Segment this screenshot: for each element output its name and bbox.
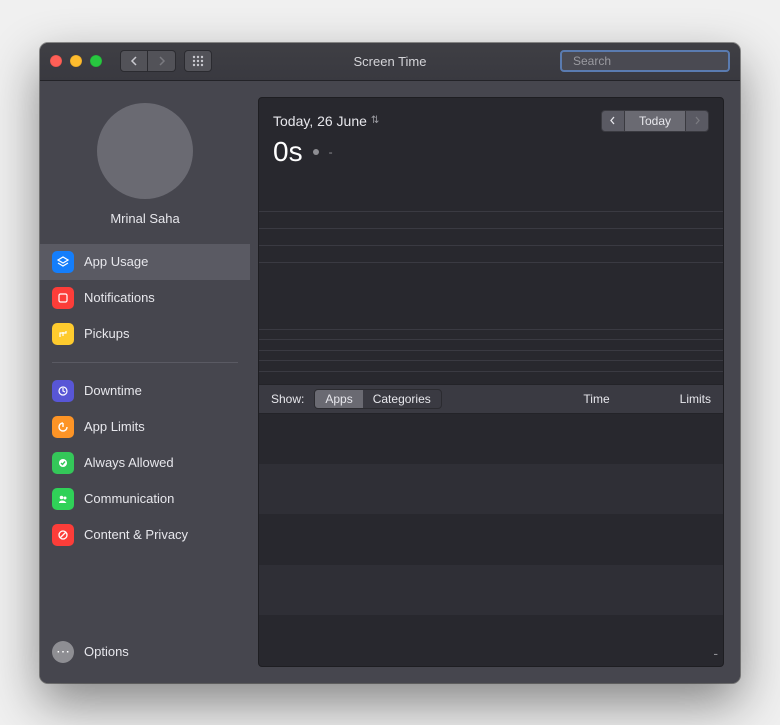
search-input[interactable]	[573, 54, 728, 68]
sidebar-item-label: Options	[84, 644, 129, 659]
table-row	[259, 615, 723, 665]
table-header: Show: Apps Categories Time Limits	[259, 384, 723, 414]
app-limits-icon	[52, 416, 74, 438]
sidebar-item-pickups[interactable]: Pickups	[40, 316, 250, 352]
chevron-right-icon	[158, 56, 166, 66]
always-allowed-icon	[52, 452, 74, 474]
total-time-value: 0s	[273, 136, 303, 168]
table-rows	[259, 414, 723, 666]
legend-dot-icon	[313, 149, 319, 155]
close-window-button[interactable]	[50, 55, 62, 67]
toggle-apps[interactable]: Apps	[315, 390, 362, 408]
table-row	[259, 414, 723, 464]
sort-icon: ⇅	[371, 115, 379, 126]
sidebar-item-label: Always Allowed	[84, 455, 174, 470]
sidebar-item-label: Communication	[84, 491, 174, 506]
date-selector[interactable]: Today, 26 June ⇅	[273, 113, 379, 129]
view-toggle: Apps Categories	[314, 389, 441, 409]
table-row	[259, 514, 723, 564]
legend-dash: -	[329, 145, 333, 159]
search-field[interactable]	[560, 50, 730, 72]
main-content: Today, 26 June ⇅ Today	[250, 81, 740, 683]
chevron-right-icon	[694, 116, 701, 125]
window-controls	[50, 55, 102, 67]
sidebar-item-app-usage[interactable]: App Usage	[40, 244, 250, 280]
preferences-window: Screen Time Mrinal Saha App Usage	[40, 43, 740, 683]
chevron-left-icon	[130, 56, 138, 66]
sidebar-item-label: Pickups	[84, 326, 130, 341]
sidebar-item-downtime[interactable]: Downtime	[40, 373, 250, 409]
usage-panel: Today, 26 June ⇅ Today	[258, 97, 724, 667]
table-row	[259, 565, 723, 615]
table-row	[259, 464, 723, 514]
titlebar: Screen Time	[40, 43, 740, 81]
downtime-icon	[52, 380, 74, 402]
avatar	[97, 103, 193, 199]
next-day-button[interactable]	[685, 110, 709, 132]
sidebar: Mrinal Saha App Usage Notifications	[40, 81, 250, 683]
username-label: Mrinal Saha	[110, 211, 179, 226]
forward-button[interactable]	[148, 50, 176, 72]
sidebar-item-options[interactable]: ⋯ Options	[40, 627, 250, 683]
app-usage-icon	[52, 251, 74, 273]
sidebar-item-notifications[interactable]: Notifications	[40, 280, 250, 316]
sidebar-item-communication[interactable]: Communication	[40, 481, 250, 517]
chevron-left-icon	[609, 116, 616, 125]
date-nav-group: Today	[601, 110, 709, 132]
sidebar-item-label: App Usage	[84, 254, 148, 269]
grid-icon	[192, 55, 204, 67]
sidebar-item-app-limits[interactable]: App Limits	[40, 409, 250, 445]
body: Mrinal Saha App Usage Notifications	[40, 81, 740, 683]
sidebar-item-label: App Limits	[84, 419, 145, 434]
column-time: Time	[583, 392, 609, 406]
minimize-window-button[interactable]	[70, 55, 82, 67]
nav-buttons	[120, 50, 176, 72]
usage-chart	[259, 174, 723, 384]
back-button[interactable]	[120, 50, 148, 72]
panel-header: Today, 26 June ⇅ Today	[259, 98, 723, 168]
sidebar-item-label: Content & Privacy	[84, 527, 188, 542]
sidebar-item-label: Notifications	[84, 290, 155, 305]
show-label: Show:	[271, 392, 304, 406]
sidebar-item-always-allowed[interactable]: Always Allowed	[40, 445, 250, 481]
communication-icon	[52, 488, 74, 510]
prev-day-button[interactable]	[601, 110, 625, 132]
sidebar-separator	[52, 362, 238, 363]
resize-indicator: -	[713, 645, 718, 661]
content-privacy-icon	[52, 524, 74, 546]
sidebar-list: App Usage Notifications Pickups	[40, 244, 250, 553]
total-time: 0s -	[273, 136, 709, 168]
today-button-label: Today	[639, 114, 671, 128]
toggle-categories[interactable]: Categories	[363, 390, 441, 408]
today-button[interactable]: Today	[625, 110, 685, 132]
sidebar-item-content-privacy[interactable]: Content & Privacy	[40, 517, 250, 553]
show-all-button[interactable]	[184, 50, 212, 72]
options-icon: ⋯	[52, 641, 74, 663]
date-label-text: Today, 26 June	[273, 113, 367, 129]
sidebar-item-label: Downtime	[84, 383, 142, 398]
profile-area: Mrinal Saha	[40, 103, 250, 244]
pickups-icon	[52, 323, 74, 345]
notifications-icon	[52, 287, 74, 309]
column-limits: Limits	[680, 392, 711, 406]
fullscreen-window-button[interactable]	[90, 55, 102, 67]
